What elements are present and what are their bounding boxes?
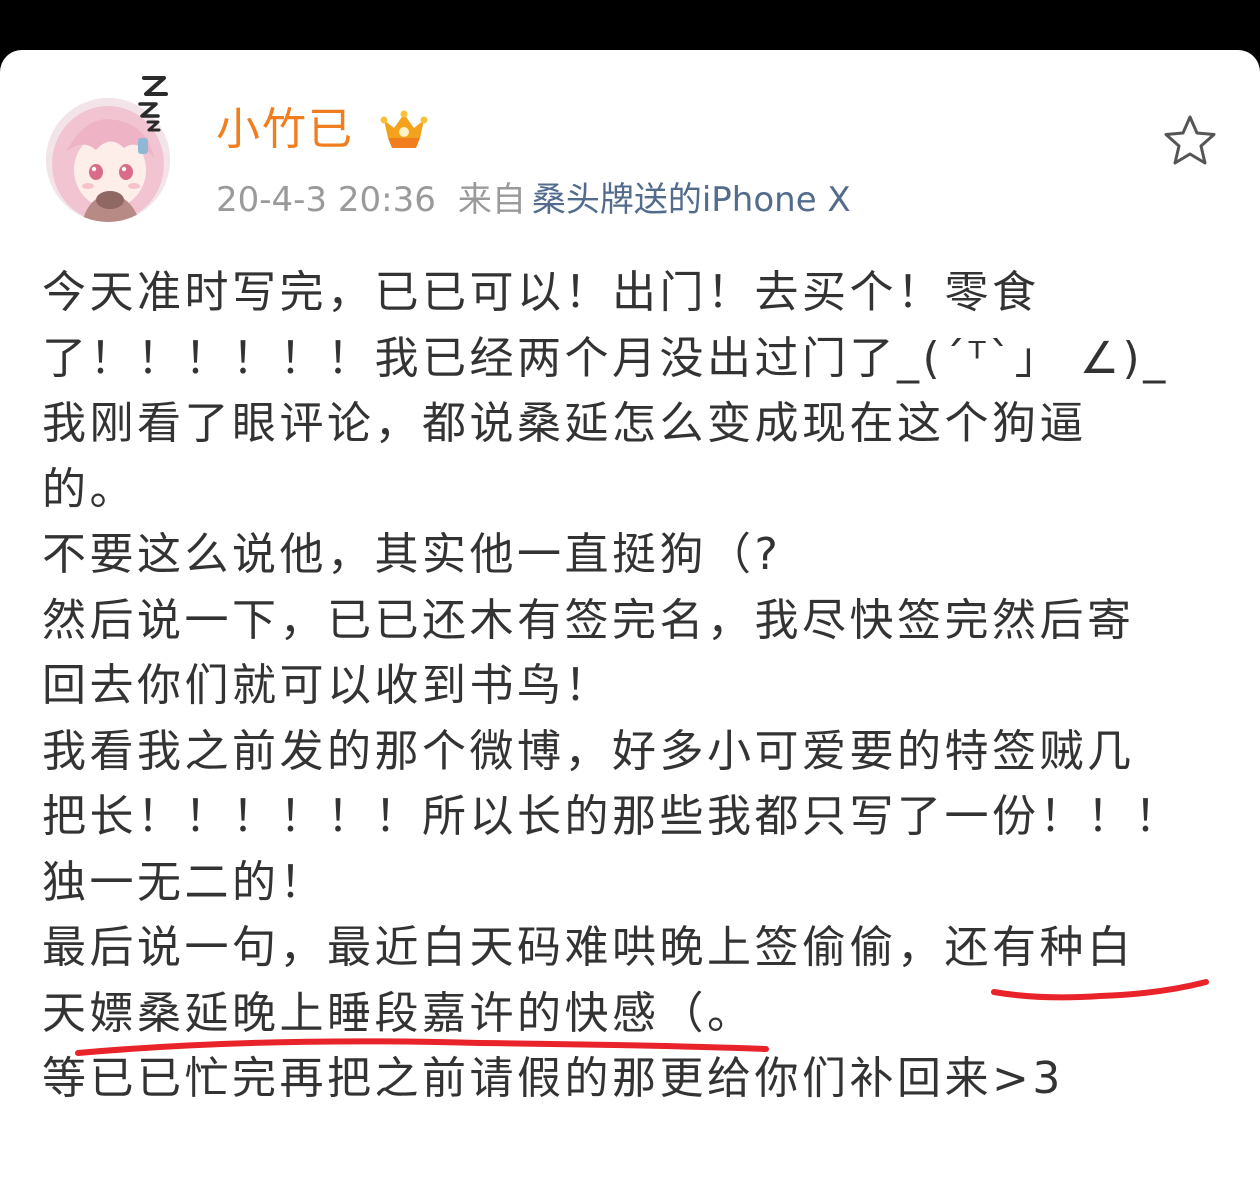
status-bar (0, 0, 1260, 50)
post-line: 不要这么说他，其实他一直挺狗（? (42, 529, 782, 580)
post-line: 今天准时写完，已已可以！出门！去买个！零食 (42, 267, 1040, 318)
post-timestamp: 20-4-3 20:36 (216, 180, 436, 220)
post-line: 把长！！！！！！所以长的那些我都只写了一份！！！ (42, 791, 1182, 842)
post-line: 天嫖桑延晚上睡段嘉许的快感（。 (42, 987, 755, 1039)
star-icon[interactable] (1160, 112, 1220, 170)
post-line: 回去你们就可以收到书鸟！ (42, 660, 612, 711)
post-line: 的。 (42, 463, 137, 515)
screenshot-page: 小竹已 20-4-3 20:36 来自 桑头牌送的iPhone X 今天准时写完，已… (0, 0, 1260, 1182)
post-line: 等已已忙完再把之前请假的那更给你们补回来>3 (42, 1053, 1064, 1104)
post-content: 今天准时写完，已已可以！出门！去买个！零食 了！！！！！！我已经两个月没出过门了… (42, 260, 1222, 1112)
post-line: 独一无二的！ (42, 856, 327, 908)
post-line: 我看我之前发的那个微博，好多小可爱要的特签贼几 (42, 725, 1135, 777)
crown-vip-badge-icon (380, 110, 428, 148)
post-source-link[interactable]: 桑头牌送的iPhone X (532, 180, 851, 220)
weibo-post-card: 小竹已 20-4-3 20:36 来自 桑头牌送的iPhone X 今天准时写完，已… (0, 50, 1260, 1182)
post-line: 然后说一下，已已还木有签完名，我尽快签完然后寄 (42, 594, 1135, 646)
post-line: 最后说一句，最近白天码难哄晚上签偷偷，还有种白 (42, 922, 1135, 973)
post-line: 我刚看了眼评论，都说桑延怎么变成现在这个狗逼 (42, 398, 1087, 449)
post-meta: 20-4-3 20:36 来自 桑头牌送的iPhone X (216, 178, 851, 222)
post-line: 了！！！！！！我已经两个月没出过门了_(´ᵀ`」 ∠)_ (42, 332, 1169, 384)
source-prefix: 来自 (457, 180, 526, 220)
sleeping-z-icon (138, 76, 168, 132)
author-name[interactable]: 小竹已 (216, 102, 354, 158)
